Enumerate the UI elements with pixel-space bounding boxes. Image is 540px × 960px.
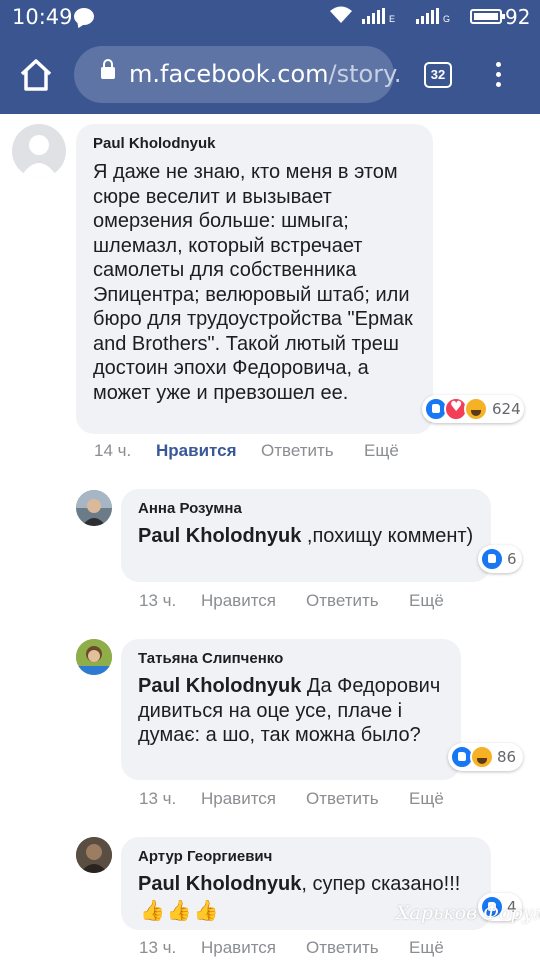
lock-icon — [101, 59, 115, 79]
comment-actions: 14 ч. Нравится Ответить Ещё — [94, 441, 414, 463]
comment-time: 13 ч. — [139, 789, 177, 808]
comment-text: Paul Kholodnyuk, супер сказано!!! — [138, 873, 461, 895]
comment-text: Paul Kholodnyuk Да Федорович дивиться на… — [138, 675, 441, 746]
comment-bubble: Татьяна Слипченко Paul Kholodnyuk Да Фед… — [121, 639, 461, 780]
like-button[interactable]: Нравится — [201, 591, 276, 611]
reply-button[interactable]: Ответить — [261, 441, 334, 461]
status-time: 10:49 — [12, 5, 73, 29]
reply-button[interactable]: Ответить — [306, 591, 379, 611]
reaction-summary[interactable]: 6 — [478, 545, 522, 573]
like-button[interactable]: Нравится — [201, 789, 276, 809]
mention-link[interactable]: Paul Kholodnyuk — [138, 873, 301, 895]
battery-percent: 92 — [505, 5, 531, 29]
comment-time: 13 ч. — [139, 591, 177, 610]
reaction-count: 624 — [492, 400, 521, 418]
signal-icon-1: E — [362, 8, 395, 24]
more-button[interactable]: Ещё — [364, 441, 399, 461]
comment-author[interactable]: Анна Розумна — [138, 500, 242, 517]
comment-actions: 13 ч. Нравится Ответить Ещё — [139, 591, 459, 613]
battery-icon — [470, 9, 505, 24]
reaction-count: 6 — [507, 550, 517, 568]
url-text[interactable]: m.facebook.com/story. — [129, 60, 401, 88]
avatar-default[interactable] — [12, 124, 66, 178]
avatar-tatyana[interactable] — [76, 639, 112, 675]
like-button[interactable]: Нравится — [156, 441, 237, 461]
mention-link[interactable]: Paul Kholodnyuk — [138, 675, 301, 697]
comment-time: 13 ч. — [139, 938, 177, 957]
wifi-icon — [328, 5, 354, 31]
comment-author[interactable]: Paul Kholodnyuk — [93, 135, 216, 152]
tab-switcher-button[interactable]: 32 — [424, 62, 452, 88]
signal-icon-2: G — [416, 8, 450, 24]
comment-time: 14 ч. — [94, 441, 132, 460]
mention-link[interactable]: Paul Kholodnyuk — [138, 525, 301, 547]
status-bar: 10:49 E G 92 — [0, 0, 540, 34]
more-menu-icon[interactable] — [490, 62, 506, 90]
reply-button[interactable]: Ответить — [306, 938, 379, 958]
comment-author[interactable]: Татьяна Слипченко — [138, 650, 283, 667]
thumbs-up-emoji: 👍👍👍 — [140, 900, 221, 922]
reaction-summary[interactable]: 624 — [422, 395, 524, 423]
comment-bubble: Paul Kholodnyuk Я даже не знаю, кто меня… — [76, 124, 433, 434]
comment-author[interactable]: Артур Георгиевич — [138, 848, 272, 865]
address-bar[interactable]: m.facebook.com/story. — [74, 46, 401, 103]
reaction-count: 86 — [497, 748, 517, 766]
comment-text: Paul Kholodnyuk ,похищу коммент) — [138, 525, 474, 547]
more-button[interactable]: Ещё — [409, 591, 444, 611]
like-button[interactable]: Нравится — [201, 938, 276, 958]
comment-bubble: Анна Розумна Paul Kholodnyuk ,похищу ком… — [121, 489, 491, 582]
avatar-anna[interactable] — [76, 490, 112, 526]
comment-text: Я даже не знаю, кто меня в этом сюре вес… — [93, 161, 413, 404]
comment-actions: 13 ч. Нравится Ответить Ещё — [139, 789, 459, 811]
reaction-summary[interactable]: 86 — [448, 743, 523, 771]
like-reaction-icon — [480, 547, 504, 571]
haha-reaction-icon — [464, 397, 488, 421]
more-button[interactable]: Ещё — [409, 938, 444, 958]
reply-button[interactable]: Ответить — [306, 789, 379, 809]
watermark: Харьков Форум — [396, 902, 540, 924]
avatar-artur[interactable] — [76, 837, 112, 873]
more-button[interactable]: Ещё — [409, 789, 444, 809]
chat-notification-icon — [74, 8, 94, 25]
browser-toolbar: m.facebook.com/story. 32 — [0, 34, 540, 114]
comment-actions: 13 ч. Нравится Ответить Ещё — [139, 938, 459, 960]
home-icon[interactable] — [18, 58, 54, 92]
haha-reaction-icon — [470, 745, 494, 769]
